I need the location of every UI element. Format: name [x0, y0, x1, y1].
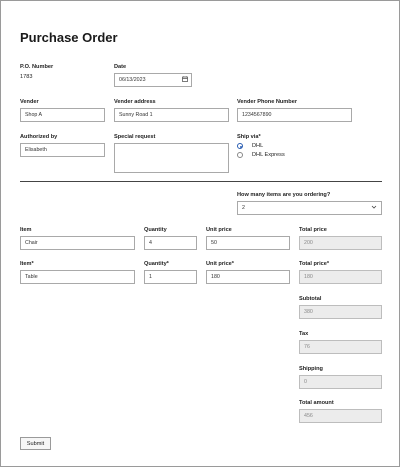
date-field[interactable]: 06/13/2023: [114, 73, 192, 87]
radio-selected-icon: [237, 143, 243, 149]
calendar-icon[interactable]: [182, 76, 188, 84]
tax-label: Tax: [299, 331, 309, 337]
vendor-phone-label: Vender Phone Number: [237, 99, 297, 105]
items-count-label: How many items are you ordering?: [237, 192, 331, 198]
radio-unselected-icon: [237, 152, 243, 158]
items-count-select[interactable]: 2: [237, 201, 382, 215]
shipping-label: Shipping: [299, 366, 323, 372]
vendor-field[interactable]: Shop A: [20, 108, 105, 122]
purchase-order-form: Purchase Order P.O. Number 1783 Date 06/…: [0, 0, 400, 467]
item-2-quantity-field[interactable]: 1: [144, 270, 197, 284]
tax-field: 76: [299, 340, 382, 354]
page-title: Purchase Order: [20, 30, 118, 45]
special-request-label: Special request: [114, 134, 156, 140]
ship-via-label: Ship via*: [237, 134, 261, 140]
total-amount-field: 456: [299, 409, 382, 423]
vendor-address-label: Vender address: [114, 99, 156, 105]
item-1-unit-price-field[interactable]: 50: [206, 236, 290, 250]
ship-via-dhl-label: DHL: [252, 143, 264, 149]
item-1-total-price-field: 200: [299, 236, 382, 250]
shipping-field: 0: [299, 375, 382, 389]
submit-button[interactable]: Submit: [20, 437, 51, 450]
item-1-label: Item: [20, 227, 32, 233]
vendor-address-field[interactable]: Sunny Road 1: [114, 108, 229, 122]
item-2-label: Item*: [20, 261, 34, 267]
date-value: 06/13/2023: [119, 77, 146, 83]
subtotal-label: Subtotal: [299, 296, 322, 302]
item-2-unit-price-field[interactable]: 180: [206, 270, 290, 284]
item-2-quantity-label: Quantity*: [144, 261, 169, 267]
item-1-total-price-label: Total price: [299, 227, 327, 233]
ship-via-dhl-radio[interactable]: [237, 143, 245, 151]
item-1-name-field[interactable]: Chair: [20, 236, 135, 250]
ship-via-dhl-express-radio[interactable]: [237, 152, 245, 160]
authorized-by-label: Authorized by: [20, 134, 58, 140]
item-2-total-price-field: 180: [299, 270, 382, 284]
item-1-quantity-label: Quantity: [144, 227, 167, 233]
authorized-by-field[interactable]: Elisabeth: [20, 143, 105, 157]
po-number-value: 1783: [20, 74, 33, 80]
ship-via-dhl-express-label: DHL Express: [252, 152, 285, 158]
special-request-textarea[interactable]: [114, 143, 229, 173]
vendor-label: Vender: [20, 99, 39, 105]
subtotal-field: 380: [299, 305, 382, 319]
item-1-unit-price-label: Unit price: [206, 227, 232, 233]
chevron-down-icon: [371, 204, 377, 212]
vendor-phone-field[interactable]: 1234567890: [237, 108, 352, 122]
item-2-name-field[interactable]: Table: [20, 270, 135, 284]
po-number-label: P.O. Number: [20, 64, 54, 70]
total-amount-label: Total amount: [299, 400, 334, 406]
section-divider: [20, 181, 382, 182]
item-2-total-price-label: Total price*: [299, 261, 330, 267]
item-1-quantity-field[interactable]: 4: [144, 236, 197, 250]
items-count-value: 2: [242, 205, 245, 211]
item-2-unit-price-label: Unit price*: [206, 261, 234, 267]
date-label: Date: [114, 64, 127, 70]
